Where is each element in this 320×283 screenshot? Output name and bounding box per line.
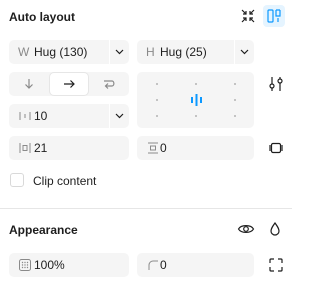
width-label: W — [18, 45, 30, 59]
vertical-padding-icon — [148, 142, 158, 154]
visibility-eye-icon[interactable] — [236, 219, 256, 239]
corner-radius-field[interactable]: 0 — [137, 253, 254, 277]
wrap-icon — [104, 80, 115, 89]
horizontal-padding-field[interactable]: 21 — [9, 136, 129, 160]
height-value[interactable]: Hug (25) — [160, 45, 207, 59]
gap-field[interactable]: 10 — [9, 104, 129, 128]
align-middle-center-bars-icon[interactable] — [190, 94, 203, 106]
chevron-down-icon — [115, 49, 124, 55]
gap-value[interactable]: 10 — [34, 109, 47, 123]
corner-radius-icon — [148, 260, 158, 270]
width-dropdown[interactable] — [109, 40, 129, 64]
height-field[interactable]: H Hug (25) — [137, 40, 254, 64]
chevron-down-icon — [115, 113, 124, 119]
opacity-icon — [19, 259, 31, 271]
section-divider — [0, 208, 292, 209]
chevron-down-icon — [240, 49, 249, 55]
width-field[interactable]: W Hug (130) — [9, 40, 129, 64]
collapse-icon[interactable] — [238, 6, 258, 26]
gap-between-icon — [19, 112, 31, 120]
clip-content-label: Clip content — [33, 174, 97, 188]
height-label: H — [146, 45, 155, 59]
width-value[interactable]: Hug (130) — [34, 45, 87, 59]
alignment-grid[interactable] — [137, 72, 254, 128]
direction-vertical-button[interactable] — [9, 72, 49, 96]
opacity-field[interactable]: 100% — [9, 253, 129, 277]
align-bottom-right[interactable] — [234, 115, 236, 117]
align-top-left[interactable] — [156, 83, 158, 85]
align-top-center[interactable] — [195, 83, 197, 85]
horizontal-padding-value[interactable]: 21 — [34, 141, 47, 155]
direction-segmented-control — [9, 72, 129, 96]
height-dropdown[interactable] — [234, 40, 254, 64]
align-bottom-left[interactable] — [156, 115, 158, 117]
vertical-padding-value[interactable]: 0 — [160, 141, 167, 155]
horizontal-padding-icon — [19, 143, 31, 153]
align-middle-left[interactable] — [156, 99, 158, 101]
layout-grid-toggle-icon[interactable] — [263, 5, 285, 27]
clip-content-checkbox[interactable] — [10, 173, 24, 187]
blend-mode-drop-icon[interactable] — [265, 219, 285, 239]
corner-radius-value[interactable]: 0 — [160, 258, 167, 272]
gap-dropdown[interactable] — [109, 104, 129, 128]
opacity-value[interactable]: 100% — [34, 258, 65, 272]
independent-corners-icon[interactable] — [266, 255, 286, 275]
vertical-padding-field[interactable]: 0 — [137, 136, 254, 160]
direction-horizontal-button[interactable] — [49, 72, 89, 96]
arrow-down-icon — [25, 79, 33, 89]
align-bottom-center[interactable] — [195, 115, 197, 117]
direction-wrap-button[interactable] — [89, 72, 129, 96]
section-title-appearance: Appearance — [9, 223, 78, 237]
section-title-auto-layout: Auto layout — [9, 10, 75, 24]
align-middle-right[interactable] — [234, 99, 236, 101]
advanced-settings-sliders-icon[interactable] — [266, 74, 286, 94]
independent-padding-icon[interactable] — [266, 138, 286, 158]
arrow-right-icon — [64, 80, 75, 88]
align-top-right[interactable] — [234, 83, 236, 85]
